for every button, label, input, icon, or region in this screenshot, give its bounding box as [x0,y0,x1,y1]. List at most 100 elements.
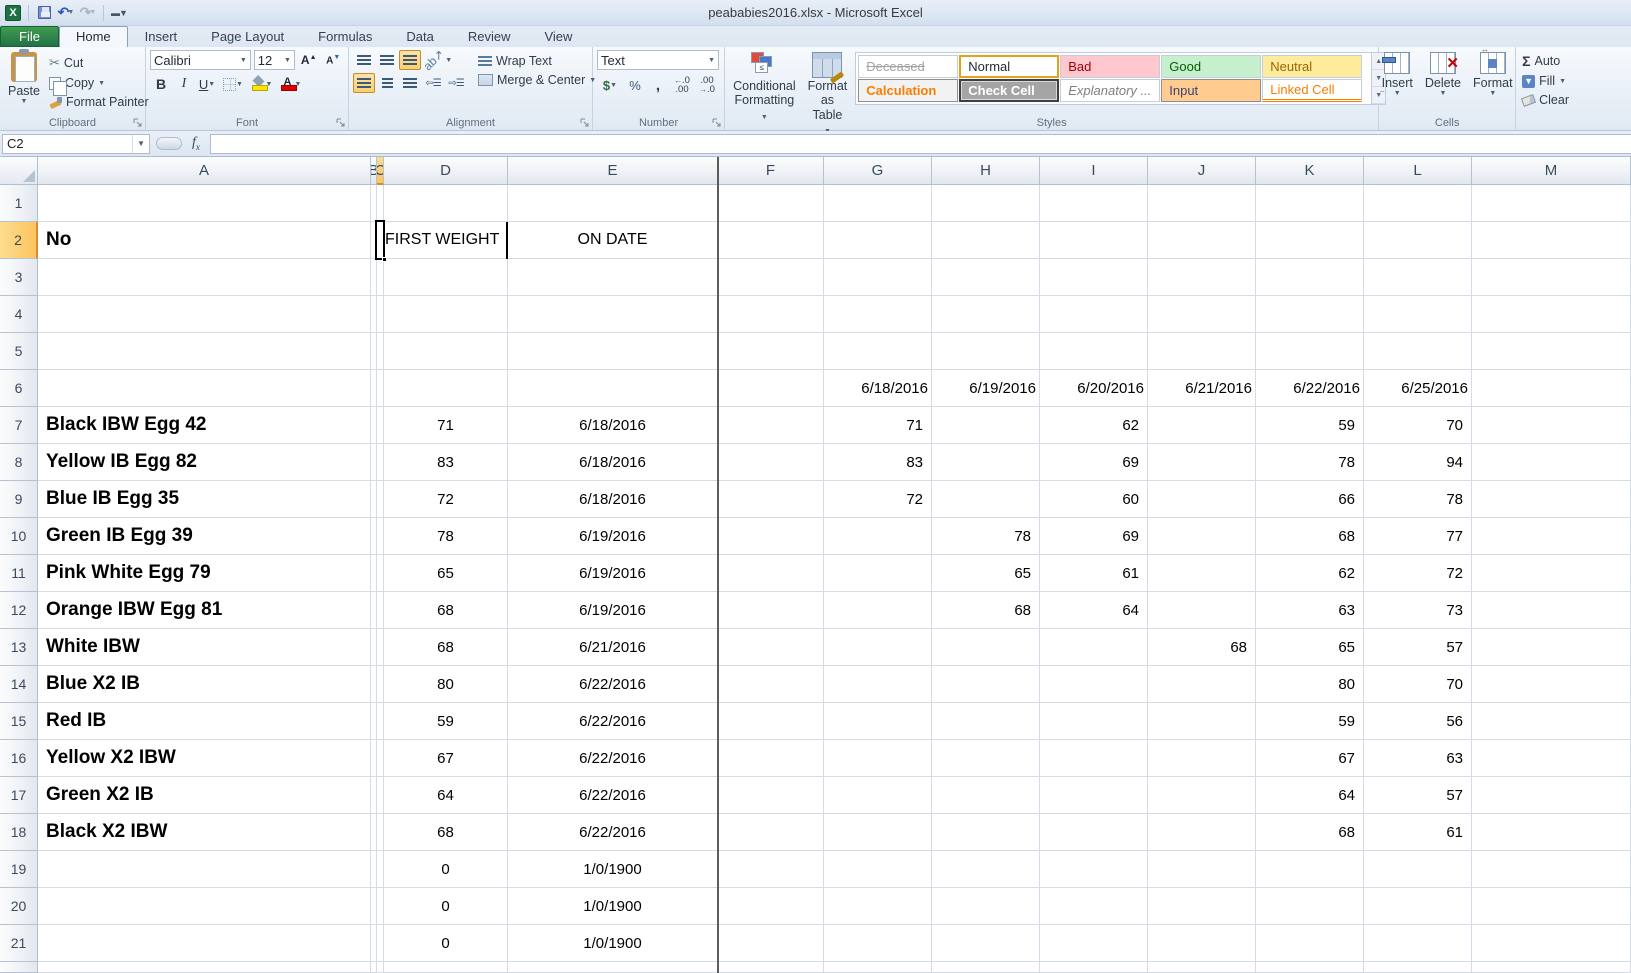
cell-E10[interactable]: 6/19/2016 [508,518,718,555]
cell-I11[interactable]: 61 [1040,555,1148,592]
row-header-4[interactable]: 4 [0,296,38,333]
cell-F6[interactable] [718,370,824,407]
cell-D22[interactable] [384,962,508,973]
cell-D8[interactable]: 83 [384,444,508,481]
cell-K1[interactable] [1256,185,1364,222]
accounting-format-button[interactable]: $▼ [597,75,623,95]
col-header-F[interactable]: F [718,157,824,185]
cell-M14[interactable] [1472,666,1631,703]
cell-C3[interactable] [377,259,384,296]
decrease-indent-button[interactable]: ⇦☰ [422,73,444,93]
cell-K4[interactable] [1256,296,1364,333]
cell-M5[interactable] [1472,333,1631,370]
cell-F17[interactable] [718,777,824,814]
cell-D11[interactable]: 65 [384,555,508,592]
cell-I4[interactable] [1040,296,1148,333]
cell-E11[interactable]: 6/19/2016 [508,555,718,592]
ribbon-tab-review[interactable]: Review [451,26,528,47]
cell-F2[interactable] [718,222,824,259]
ribbon-tab-insert[interactable]: Insert [128,26,195,47]
cell-M11[interactable] [1472,555,1631,592]
cell-M18[interactable] [1472,814,1631,851]
cell-M16[interactable] [1472,740,1631,777]
cell-L14[interactable]: 70 [1364,666,1472,703]
row-header-1[interactable]: 1 [0,185,38,222]
row-header-8[interactable]: 8 [0,444,38,481]
cell-H10[interactable]: 78 [932,518,1040,555]
style-chip-bad[interactable]: Bad [1060,55,1160,78]
cell-E9[interactable]: 6/18/2016 [508,481,718,518]
font-size-select[interactable]: 12▼ [254,50,295,70]
paste-button[interactable]: Paste▼ [4,50,44,112]
cell-H3[interactable] [932,259,1040,296]
cell-H2[interactable] [932,222,1040,259]
number-format-select[interactable]: Text▼ [597,50,719,70]
align-center-button[interactable] [376,73,398,93]
cell-G1[interactable] [824,185,932,222]
cell-H17[interactable] [932,777,1040,814]
cell-G18[interactable] [824,814,932,851]
cell-M8[interactable] [1472,444,1631,481]
cell-E12[interactable]: 6/19/2016 [508,592,718,629]
cell-I18[interactable] [1040,814,1148,851]
cell-C10[interactable] [377,518,384,555]
cell-L9[interactable]: 78 [1364,481,1472,518]
col-header-D[interactable]: D [384,157,508,185]
cell-L1[interactable] [1364,185,1472,222]
cell-I1[interactable] [1040,185,1148,222]
style-chip-check[interactable]: Check Cell [959,79,1059,102]
style-chip-input[interactable]: Input [1161,79,1261,102]
select-all-corner[interactable] [0,157,38,185]
cell-G4[interactable] [824,296,932,333]
cell-F18[interactable] [718,814,824,851]
col-header-E[interactable]: E [508,157,718,185]
cell-A19[interactable] [38,851,371,888]
cell-F14[interactable] [718,666,824,703]
style-chip-explanatory[interactable]: Explanatory ... [1060,79,1160,102]
row-header-13[interactable]: 13 [0,629,38,666]
cell-J16[interactable] [1148,740,1256,777]
cell-C8[interactable] [377,444,384,481]
cell-D18[interactable]: 68 [384,814,508,851]
top-align-button[interactable] [353,50,375,70]
cell-G17[interactable] [824,777,932,814]
cell-M2[interactable] [1472,222,1631,259]
borders-button[interactable]: ▼ [219,74,247,94]
cell-M7[interactable] [1472,407,1631,444]
cell-D13[interactable]: 68 [384,629,508,666]
cell-G5[interactable] [824,333,932,370]
cell-J7[interactable] [1148,407,1256,444]
col-header-I[interactable]: I [1040,157,1148,185]
cell-A1[interactable] [38,185,371,222]
cell-J9[interactable] [1148,481,1256,518]
cell-I12[interactable]: 64 [1040,592,1148,629]
percent-style-button[interactable]: % [624,75,646,95]
style-chip-good[interactable]: Good [1161,55,1261,78]
cell-L21[interactable] [1364,925,1472,962]
cell-H11[interactable]: 65 [932,555,1040,592]
cell-H14[interactable] [932,666,1040,703]
cell-H7[interactable] [932,407,1040,444]
row-header-20[interactable]: 20 [0,888,38,925]
cell-I5[interactable] [1040,333,1148,370]
cell-K11[interactable]: 62 [1256,555,1364,592]
col-header-M[interactable]: M [1472,157,1631,185]
bold-button[interactable]: B [150,74,172,94]
row-header-14[interactable]: 14 [0,666,38,703]
cell-L19[interactable] [1364,851,1472,888]
cell-E7[interactable]: 6/18/2016 [508,407,718,444]
cell-E2[interactable]: ON DATE [508,222,718,259]
qat-customize-icon[interactable]: ▬▼ [110,4,128,22]
ribbon-tab-formulas[interactable]: Formulas [301,26,389,47]
cell-G15[interactable] [824,703,932,740]
name-box[interactable]: C2 ▼ [2,134,150,154]
cell-D17[interactable]: 64 [384,777,508,814]
cell-A21[interactable] [38,925,371,962]
cell-F22[interactable] [718,962,824,973]
row-header-17[interactable]: 17 [0,777,38,814]
alignment-dialog-launcher[interactable] [580,118,590,128]
ribbon-tab-view[interactable]: View [527,26,589,47]
cell-I3[interactable] [1040,259,1148,296]
ribbon-tab-file[interactable]: File [0,26,59,47]
undo-icon[interactable]: ↶▼ [57,4,75,22]
